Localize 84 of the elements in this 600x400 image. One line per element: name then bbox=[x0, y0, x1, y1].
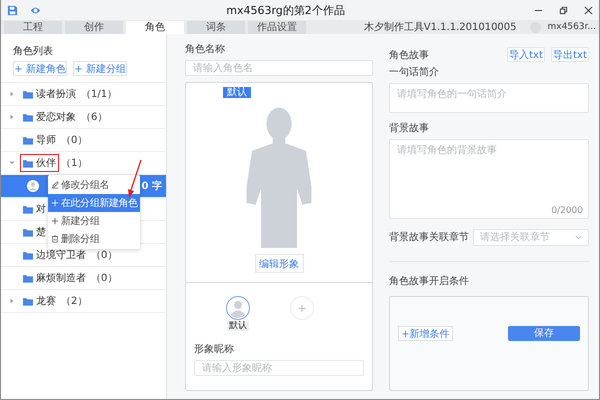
group-count: （0） bbox=[61, 134, 88, 147]
folder-icon bbox=[23, 112, 33, 122]
save-icon[interactable] bbox=[7, 4, 18, 16]
group-name[interactable]: 导师 bbox=[36, 133, 56, 147]
caret-icon[interactable] bbox=[9, 298, 15, 304]
nickname-input[interactable]: 请输入形象昵称 bbox=[194, 360, 364, 376]
highlight-frame[interactable]: 伙伴 bbox=[20, 154, 59, 172]
annotation-arrow bbox=[126, 159, 142, 199]
group-name[interactable]: 读者扮演 bbox=[36, 87, 76, 101]
user-name[interactable]: mx4563r... bbox=[548, 22, 596, 32]
restore-icon[interactable] bbox=[559, 6, 568, 14]
folder-icon bbox=[23, 158, 33, 168]
tab[interactable]: 工程 bbox=[4, 21, 62, 34]
placeholder-text: 请填写角色的背景故事 bbox=[397, 144, 497, 156]
group-count: （0） bbox=[91, 249, 118, 262]
menu-item[interactable]: 新建分组 bbox=[48, 212, 140, 230]
menu-item[interactable]: 删除分组 bbox=[48, 230, 140, 248]
field-label: 形象昵称 bbox=[194, 343, 235, 356]
folder-icon bbox=[23, 296, 33, 306]
group-label[interactable]: 边境守卫者 bbox=[20, 246, 89, 264]
group-label[interactable]: 导师 bbox=[20, 131, 59, 149]
caret-icon[interactable] bbox=[9, 114, 15, 120]
avatar-thumbnail[interactable] bbox=[226, 296, 250, 320]
group-count: （1/1） bbox=[81, 88, 118, 101]
avatar-icon bbox=[27, 180, 39, 192]
folder-icon bbox=[23, 250, 33, 260]
group-label[interactable]: 读者扮演 bbox=[20, 85, 79, 103]
caret-icon[interactable] bbox=[9, 91, 15, 97]
txt-button[interactable]: 导入txt bbox=[507, 47, 545, 62]
folder-icon bbox=[23, 274, 33, 282]
pencil-icon bbox=[51, 181, 59, 189]
group-count: （0） bbox=[91, 272, 118, 285]
folder-icon bbox=[23, 204, 33, 214]
folder-icon bbox=[23, 90, 33, 98]
app-version: 木夕制作工具V1.1.1.201010005 bbox=[364, 20, 517, 34]
group-name[interactable]: 对 bbox=[36, 202, 46, 216]
menu-item[interactable]: 在此分组新建角色 bbox=[48, 194, 140, 212]
section-title: 角色故事开启条件 bbox=[389, 274, 470, 288]
sidebar-title: 角色列表 bbox=[12, 44, 54, 56]
txt-button[interactable]: 导出txt bbox=[551, 47, 589, 62]
group-name[interactable]: 楚 bbox=[36, 225, 46, 239]
section-title: 角色故事 bbox=[389, 48, 430, 62]
folder-icon bbox=[23, 228, 33, 236]
plus-icon bbox=[51, 217, 59, 225]
close-icon[interactable] bbox=[584, 6, 593, 14]
group-label[interactable]: 麻烦制造者 bbox=[20, 269, 89, 287]
field-label: 角色名称 bbox=[185, 43, 226, 56]
caret-icon[interactable] bbox=[9, 160, 15, 166]
tab[interactable]: 词条 bbox=[187, 21, 245, 34]
group-count: （1） bbox=[61, 157, 88, 170]
group-name[interactable]: 伙伴 bbox=[36, 156, 56, 170]
tab[interactable]: 创作 bbox=[65, 21, 123, 34]
tab[interactable]: 角色 bbox=[126, 21, 184, 34]
summary-textarea[interactable]: 请填写角色的一句话简介 bbox=[389, 83, 589, 113]
field-label: 一句话简介 bbox=[389, 66, 440, 79]
group-label[interactable]: 爱恋对象 bbox=[20, 108, 79, 126]
add-condition-button[interactable]: +新增条件 bbox=[398, 326, 453, 341]
sidebar-button[interactable]: + 新建角色 bbox=[13, 61, 67, 76]
save-button[interactable]: 保存 bbox=[508, 326, 580, 341]
tab[interactable]: 作品设置 bbox=[248, 21, 306, 34]
trash-icon bbox=[51, 235, 59, 243]
sidebar-button[interactable]: + 新建分组 bbox=[73, 61, 127, 76]
plus-icon bbox=[51, 199, 59, 207]
field-label: 背景故事关联章节 bbox=[389, 230, 469, 244]
edit-appearance-button[interactable]: 编辑形象 bbox=[254, 254, 304, 273]
window-title: mx4563rg的第2个作品 bbox=[225, 2, 346, 18]
group-name[interactable]: 龙赛 bbox=[36, 294, 56, 308]
folder-icon bbox=[23, 136, 33, 144]
group-count: （6） bbox=[81, 111, 108, 124]
group-label[interactable]: 楚 bbox=[20, 223, 49, 241]
group-label[interactable]: 龙赛 bbox=[20, 292, 59, 310]
group-name[interactable]: 爱恋对象 bbox=[36, 110, 76, 124]
character-word-count: 0 字 bbox=[142, 179, 162, 193]
group-label[interactable]: 对 bbox=[20, 200, 49, 218]
group-count: （2） bbox=[61, 295, 88, 308]
default-badge: 默认 bbox=[223, 87, 251, 98]
avatar-label: 默认 bbox=[227, 321, 249, 331]
group-name[interactable]: 麻烦制造者 bbox=[36, 271, 86, 285]
group-name[interactable]: 边境守卫者 bbox=[36, 248, 86, 262]
field-label: 背景故事 bbox=[389, 122, 430, 135]
menu-item[interactable]: 修改分组名 bbox=[48, 176, 140, 194]
name-input[interactable]: 请输入角色名 bbox=[185, 60, 373, 76]
character-counter: 0/2000 bbox=[551, 206, 583, 216]
chevron-down-icon bbox=[575, 234, 582, 240]
